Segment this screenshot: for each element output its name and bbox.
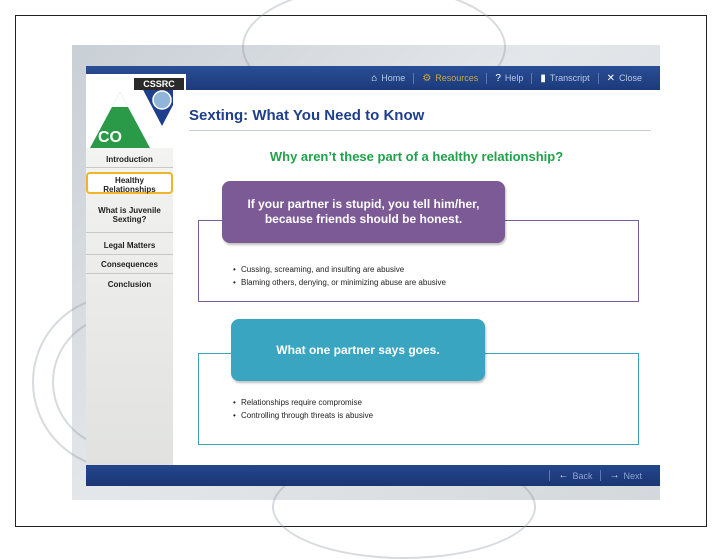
sidebar-item-label: Introduction xyxy=(106,155,153,164)
bottom-nav-menu: ← Back → Next xyxy=(549,465,650,486)
sidebar-item-conclusion[interactable]: Conclusion xyxy=(86,277,173,293)
statement-bubble-1[interactable]: If your partner is stupid, you tell him/… xyxy=(222,181,505,243)
title-divider xyxy=(189,130,651,131)
logo-brand-text: CSSRC xyxy=(143,79,175,89)
cssrc-logo: CSSRC CO xyxy=(86,74,186,149)
gear-icon: ⚙ xyxy=(422,72,432,84)
top-nav-menu: ⌂ Home ⚙ Resources? Help ▮ Transcript ✕ Close xyxy=(363,66,650,90)
nav-label: Back xyxy=(572,470,593,481)
nav-label: Help xyxy=(504,73,524,83)
arrow-left-icon: ← xyxy=(558,470,569,481)
nav-label: Next xyxy=(623,470,642,481)
close-button[interactable]: ✕ Close xyxy=(597,72,650,84)
page-title: Sexting: What You Need to Know xyxy=(189,107,425,124)
next-button[interactable]: → Next xyxy=(600,470,650,481)
bottom-navigation-bar: ← Back → Next xyxy=(86,465,660,486)
nav-label: Resources xyxy=(435,73,479,83)
sidebar-item-label: Legal Matters xyxy=(103,241,156,250)
transcript-button[interactable]: ▮ Transcript xyxy=(531,72,597,84)
colorado-logo-icon: CSSRC CO xyxy=(90,78,184,148)
sidebar-item-label: What is Juvenile Sexting? xyxy=(98,206,161,224)
help-button[interactable]: ? Help xyxy=(486,72,531,84)
bullet-item: Cussing, screaming, and insulting are ab… xyxy=(233,263,446,276)
home-button[interactable]: ⌂ Home xyxy=(363,73,413,84)
question-icon: ? xyxy=(495,72,501,84)
nav-label: Transcript xyxy=(549,73,590,83)
bullet-item: Relationships require compromise xyxy=(233,396,373,409)
sidebar-item-juvenile-sexting[interactable]: What is Juvenile Sexting? xyxy=(86,205,173,233)
bullet-item: Controlling through threats is abusive xyxy=(233,409,373,422)
bullet-item: Blaming others, denying, or minimizing a… xyxy=(233,276,446,289)
sidebar-item-legal-matters[interactable]: Legal Matters xyxy=(86,238,173,255)
question-heading: Why aren’t these part of a healthy relat… xyxy=(269,149,564,164)
main-content: Sexting: What You Need to Know Why aren’… xyxy=(173,90,660,466)
resources-button[interactable]: ⚙ Resources xyxy=(413,72,486,84)
nav-label: Home xyxy=(381,73,406,83)
sidebar-item-label: Healthy Relationships xyxy=(103,176,156,194)
statement-text: What one partner says goes. xyxy=(276,343,440,357)
card-bullets-2: Relationships require compromise Control… xyxy=(233,396,373,422)
sidebar: Introduction Healthy Relationships What … xyxy=(86,148,173,466)
statement-bubble-2[interactable]: What one partner says goes. xyxy=(231,319,485,381)
home-icon: ⌂ xyxy=(371,72,378,84)
document-icon: ▮ xyxy=(540,72,546,84)
sidebar-item-introduction[interactable]: Introduction xyxy=(86,152,173,168)
sidebar-item-consequences[interactable]: Consequences xyxy=(86,257,173,274)
sidebar-item-label: Consequences xyxy=(101,260,158,269)
back-button[interactable]: ← Back xyxy=(549,470,600,481)
logo-state-text: CO xyxy=(98,129,122,146)
card-bullets-1: Cussing, screaming, and insulting are ab… xyxy=(233,263,446,289)
sidebar-item-label: Conclusion xyxy=(107,280,152,289)
sidebar-item-healthy-relationships[interactable]: Healthy Relationships xyxy=(86,172,173,194)
arrow-right-icon: → xyxy=(609,470,620,481)
nav-label: Close xyxy=(618,73,642,83)
close-icon: ✕ xyxy=(606,72,615,84)
statement-text: If your partner is stupid, you tell him/… xyxy=(247,197,480,226)
